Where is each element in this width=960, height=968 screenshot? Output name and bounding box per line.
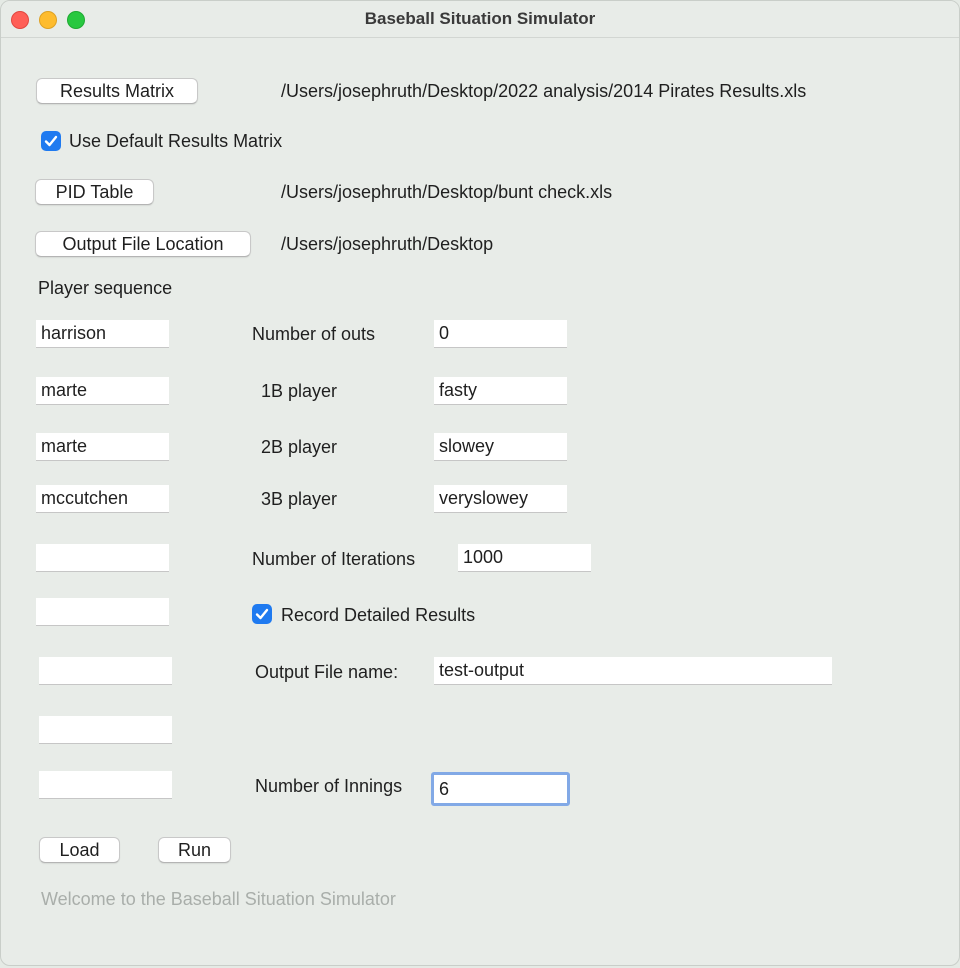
first-base-input[interactable]	[434, 377, 567, 405]
record-detailed-checkbox[interactable]	[252, 604, 272, 624]
player-input-8[interactable]	[39, 716, 172, 744]
pid-table-button[interactable]: PID Table	[35, 179, 154, 205]
results-matrix-path: /Users/josephruth/Desktop/2022 analysis/…	[281, 81, 807, 101]
innings-label: Number of Innings	[255, 776, 403, 796]
player-sequence-label: Player sequence	[38, 278, 173, 298]
use-default-checkbox[interactable]	[41, 131, 61, 151]
second-base-input[interactable]	[434, 433, 567, 461]
checkmark-icon	[255, 608, 269, 620]
use-default-label[interactable]: Use Default Results Matrix	[69, 131, 282, 152]
player-input-2[interactable]	[36, 377, 169, 405]
player-input-1[interactable]	[36, 320, 169, 348]
iterations-label: Number of Iterations	[252, 549, 416, 569]
output-location-path: /Users/josephruth/Desktop	[281, 234, 494, 254]
pid-table-path: /Users/josephruth/Desktop/bunt check.xls	[281, 182, 613, 202]
player-input-9[interactable]	[39, 771, 172, 799]
second-base-label: 2B player	[261, 437, 338, 457]
output-name-input[interactable]	[434, 657, 832, 685]
window-title: Baseball Situation Simulator	[364, 9, 596, 28]
outs-input[interactable]	[434, 320, 567, 348]
app-window: Baseball Situation Simulator Results Mat…	[0, 0, 960, 966]
output-location-button[interactable]: Output File Location	[35, 231, 251, 257]
status-message: Welcome to the Baseball Situation Simula…	[41, 889, 396, 909]
run-button[interactable]: Run	[158, 837, 231, 863]
innings-input[interactable]	[431, 772, 570, 806]
outs-label: Number of outs	[252, 324, 376, 344]
results-matrix-button[interactable]: Results Matrix	[36, 78, 198, 104]
checkmark-icon	[44, 135, 58, 147]
player-input-5[interactable]	[36, 544, 169, 572]
iterations-input[interactable]	[458, 544, 591, 572]
output-name-label: Output File name:	[255, 662, 399, 682]
player-input-3[interactable]	[36, 433, 169, 461]
first-base-label: 1B player	[261, 381, 338, 401]
player-input-4[interactable]	[36, 485, 169, 513]
third-base-label: 3B player	[261, 489, 338, 509]
player-input-7[interactable]	[39, 657, 172, 685]
load-button[interactable]: Load	[39, 837, 120, 863]
record-detailed-label[interactable]: Record Detailed Results	[281, 605, 475, 626]
title-bar: Baseball Situation Simulator	[1, 1, 959, 38]
player-input-6[interactable]	[36, 598, 169, 626]
third-base-input[interactable]	[434, 485, 567, 513]
